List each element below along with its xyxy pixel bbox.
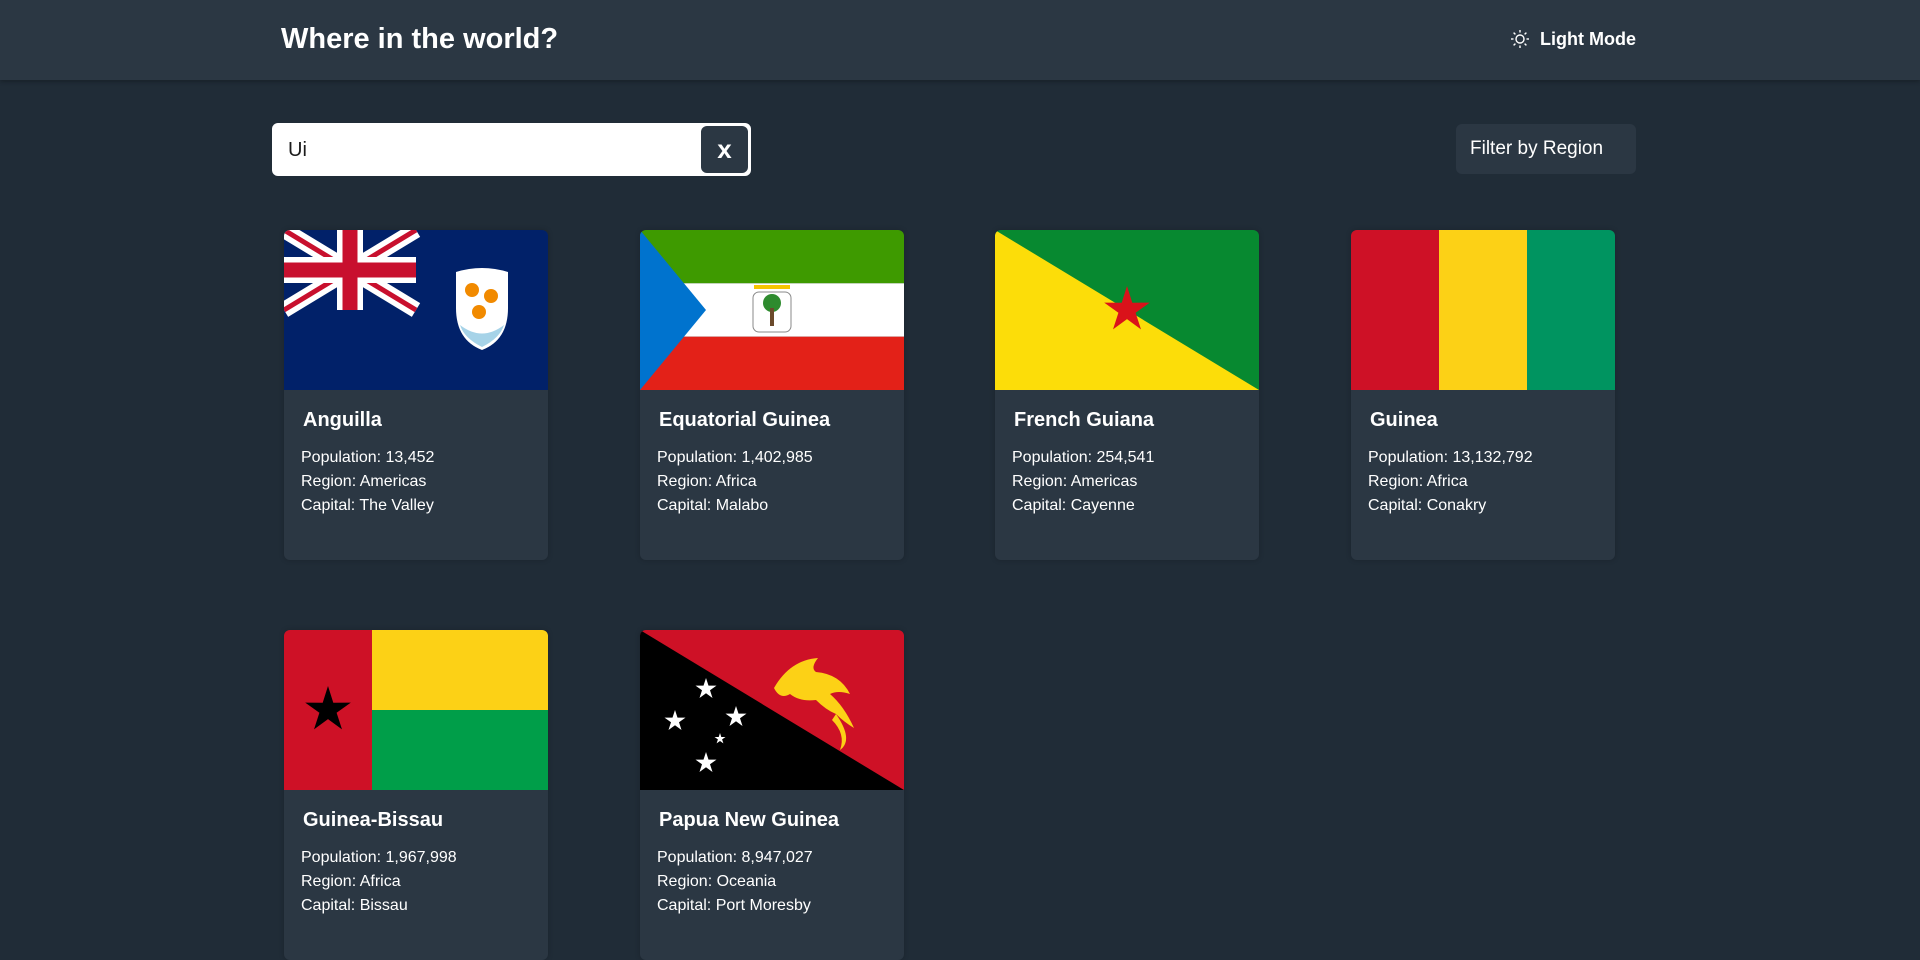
- french-guiana-flag: [995, 230, 1259, 390]
- country-population: Population: 1,402,985: [657, 449, 813, 466]
- clear-search-button[interactable]: x: [701, 126, 748, 173]
- country-name: Anguilla: [303, 409, 382, 431]
- country-capital: Capital: Port Moresby: [657, 897, 811, 914]
- country-card-equatorial-guinea[interactable]: Equatorial Guinea Population: 1,402,985 …: [640, 230, 904, 560]
- guinea-flag: [1351, 230, 1615, 390]
- light-mode-toggle[interactable]: Light Mode: [1510, 26, 1636, 52]
- anguilla-flag: [284, 230, 548, 390]
- country-name: French Guiana: [1014, 409, 1155, 431]
- sun-icon: [1510, 29, 1530, 49]
- country-population: Population: 13,452: [301, 449, 435, 466]
- app-title: Where in the world?: [281, 23, 559, 55]
- country-population: Population: 1,967,998: [301, 849, 457, 866]
- light-mode-label: Light Mode: [1540, 28, 1636, 49]
- country-region: Region: Africa: [1368, 473, 1468, 490]
- country-card-anguilla[interactable]: Anguilla Population: 13,452 Region: Amer…: [284, 230, 548, 560]
- country-card-french-guiana[interactable]: French Guiana Population: 254,541 Region…: [995, 230, 1259, 560]
- country-capital: Capital: Conakry: [1368, 497, 1487, 514]
- country-population: Population: 254,541: [1012, 449, 1155, 466]
- country-population: Population: 8,947,027: [657, 849, 813, 866]
- country-capital: Capital: Cayenne: [1012, 497, 1135, 514]
- search-bar: x: [272, 123, 751, 176]
- country-region: Region: Africa: [301, 873, 401, 890]
- country-name: Guinea: [1370, 409, 1438, 431]
- country-region: Region: Americas: [301, 473, 427, 490]
- search-input[interactable]: [286, 131, 690, 169]
- papua-new-guinea-flag: [640, 630, 904, 790]
- country-capital: Capital: Malabo: [657, 497, 769, 514]
- guinea-bissau-flag: [284, 630, 548, 790]
- country-card-papua-new-guinea[interactable]: Papua New Guinea Population: 8,947,027 R…: [640, 630, 904, 960]
- country-capital: Capital: Bissau: [301, 897, 408, 914]
- country-region: Region: Americas: [1012, 473, 1138, 490]
- country-capital: Capital: The Valley: [301, 497, 434, 514]
- country-card-guinea[interactable]: Guinea Population: 13,132,792 Region: Af…: [1351, 230, 1615, 560]
- country-card-guinea-bissau[interactable]: Guinea-Bissau Population: 1,967,998 Regi…: [284, 630, 548, 960]
- region-filter-dropdown[interactable]: Filter by Region: [1456, 124, 1636, 174]
- country-population: Population: 13,132,792: [1368, 449, 1533, 466]
- app-header: Where in the world? Light Mode: [0, 0, 1920, 80]
- country-name: Papua New Guinea: [659, 809, 840, 831]
- country-region: Region: Africa: [657, 473, 757, 490]
- equatorial-guinea-flag: [640, 230, 904, 390]
- country-name: Guinea-Bissau: [303, 809, 444, 831]
- country-name: Equatorial Guinea: [659, 409, 831, 431]
- country-region: Region: Oceania: [657, 873, 777, 890]
